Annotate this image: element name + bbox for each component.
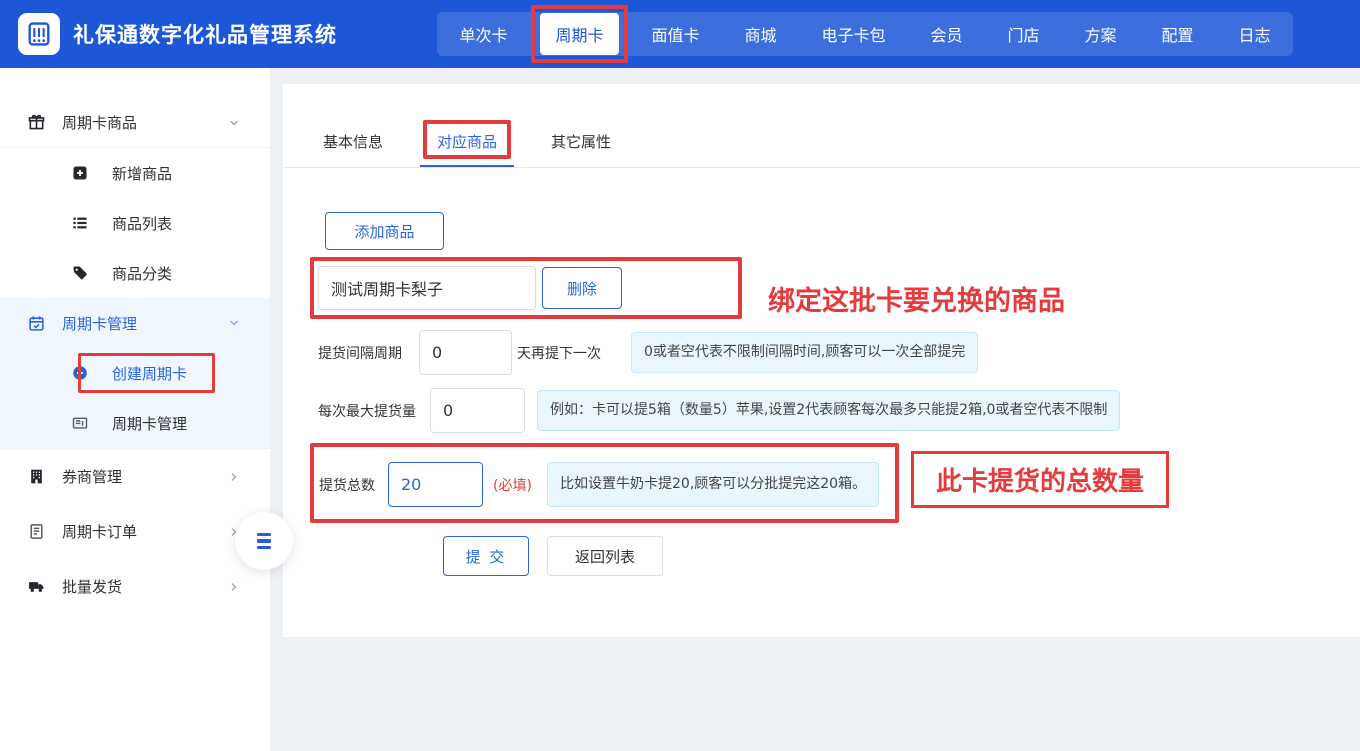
nav-item-period-card-label: 周期卡 (555, 26, 603, 45)
product-name-input[interactable] (318, 266, 536, 310)
document-icon (28, 523, 45, 540)
sidebar-item-batch-shipping[interactable]: 批量发货 (0, 559, 270, 614)
delete-product-button[interactable]: 删除 (542, 267, 622, 309)
sidebar-item-label: 周期卡商品 (62, 112, 137, 133)
form-actions: 提 交 返回列表 (443, 536, 663, 576)
sidebar-item-label: 批量发货 (62, 576, 122, 597)
sidebar-item-label: 券商管理 (62, 466, 122, 487)
app-logo (18, 13, 60, 55)
nav-item-single-card[interactable]: 单次卡 (447, 13, 519, 55)
sidebar-item-label: 周期卡订单 (62, 521, 137, 542)
interval-row: 提货间隔周期 天再提下一次 0或者空代表不限制间隔时间,顾客可以一次全部提完 (318, 330, 978, 375)
interval-label: 提货间隔周期 (318, 343, 419, 363)
sidebar-item-period-card-mgmt-sub[interactable]: 周期卡管理 (0, 398, 270, 448)
sidebar-item-label: 周期卡管理 (112, 413, 187, 434)
sidebar-item-period-goods[interactable]: 周期卡商品 (0, 98, 270, 148)
nav-item-period-card[interactable]: 周期卡 (540, 13, 618, 55)
top-nav: 单次卡 周期卡 面值卡 商城 电子卡包 会员 门店 方案 配置 日志 (437, 12, 1293, 56)
back-to-list-button[interactable]: 返回列表 (547, 536, 663, 576)
sidebar: 周期卡商品 新增商品 商品列表 商品分类 周期卡管理 (0, 68, 270, 751)
sidebar-item-label: 创建周期卡 (112, 363, 187, 384)
topbar: 礼保通数字化礼品管理系统 单次卡 周期卡 面值卡 商城 电子卡包 会员 门店 方… (0, 0, 1360, 68)
nav-item-member[interactable]: 会员 (918, 13, 974, 55)
chevron-right-icon (228, 471, 240, 483)
truck-icon (28, 578, 45, 595)
add-product-button[interactable]: 添加商品 (325, 212, 444, 250)
max-per-time-input[interactable] (430, 388, 525, 433)
app-title: 礼保通数字化礼品管理系统 (73, 19, 337, 49)
sidebar-item-create-period-card[interactable]: 创建周期卡 (0, 348, 270, 398)
sidebar-item-label: 周期卡管理 (62, 313, 137, 334)
tag-icon (72, 265, 88, 281)
nav-item-plan[interactable]: 方案 (1072, 13, 1128, 55)
sidebar-item-broker-mgmt[interactable]: 券商管理 (0, 449, 270, 504)
sidebar-item-label: 商品分类 (112, 263, 172, 284)
product-row: 删除 (318, 266, 622, 310)
sidebar-active-group: 周期卡管理 创建周期卡 周期卡管理 (0, 298, 270, 449)
sidebar-item-label: 新增商品 (112, 163, 172, 184)
tab-label: 对应商品 (437, 131, 497, 152)
sidebar-item-period-card-mgmt[interactable]: 周期卡管理 (0, 298, 270, 348)
tab-label: 其它属性 (551, 131, 611, 152)
gift-icon (28, 114, 45, 131)
tab-label: 基本信息 (323, 131, 383, 152)
calendar-check-icon (28, 315, 45, 332)
tab-other-attrs[interactable]: 其它属性 (534, 131, 628, 167)
chevron-down-icon (228, 117, 240, 129)
max-per-time-hint: 例如：卡可以提5箱（数量5）苹果,设置2代表顾客每次最多只能提2箱,0或者空代表… (537, 390, 1120, 431)
total-input[interactable] (388, 462, 483, 507)
max-per-time-row: 每次最大提货量 例如：卡可以提5箱（数量5）苹果,设置2代表顾客每次最多只能提2… (318, 388, 1120, 433)
tab-linked-products[interactable]: 对应商品 (420, 131, 514, 167)
total-row: 提货总数 (必填) 比如设置牛奶卡提20,顾客可以分批提完这20箱。 (319, 462, 879, 507)
sidebar-item-product-list[interactable]: 商品列表 (0, 198, 270, 248)
main-panel: 基本信息 对应商品 其它属性 添加商品 删除 提货间隔周期 天再提下一次 0或者… (283, 84, 1360, 637)
nav-item-config[interactable]: 配置 (1149, 13, 1205, 55)
bank-icon (28, 468, 45, 485)
plus-circle-icon (72, 365, 88, 381)
nav-item-store[interactable]: 门店 (995, 13, 1051, 55)
tab-label-text: 对应商品 (437, 133, 497, 151)
interval-input[interactable] (419, 330, 512, 375)
plus-square-icon (72, 165, 88, 181)
card-list-icon (72, 415, 88, 431)
tabs: 基本信息 对应商品 其它属性 (306, 131, 648, 167)
nav-item-ewallet[interactable]: 电子卡包 (809, 13, 897, 55)
sidebar-item-add-product[interactable]: 新增商品 (0, 148, 270, 198)
building-icon (26, 21, 52, 47)
nav-item-log[interactable]: 日志 (1226, 13, 1282, 55)
sidebar-item-product-category[interactable]: 商品分类 (0, 248, 270, 298)
sidebar-item-label: 商品列表 (112, 213, 172, 234)
chevron-down-icon (228, 317, 240, 329)
max-per-time-label: 每次最大提货量 (318, 401, 430, 421)
interval-suffix: 天再提下一次 (517, 343, 617, 363)
chevron-right-icon (228, 581, 240, 593)
nav-item-mall[interactable]: 商城 (732, 13, 788, 55)
required-tag: (必填) (493, 475, 545, 495)
total-hint: 比如设置牛奶卡提20,顾客可以分批提完这20箱。 (547, 462, 879, 507)
nav-item-face-value-card[interactable]: 面值卡 (639, 13, 711, 55)
brand: 礼保通数字化礼品管理系统 (18, 13, 337, 55)
sidebar-item-period-card-orders[interactable]: 周期卡订单 (0, 504, 270, 559)
interval-hint: 0或者空代表不限制间隔时间,顾客可以一次全部提完 (631, 332, 978, 373)
tab-basic-info[interactable]: 基本信息 (306, 131, 400, 167)
tabs-row: 基本信息 对应商品 其它属性 (283, 84, 1360, 168)
submit-button[interactable]: 提 交 (443, 536, 529, 576)
sidebar-collapse-toggle[interactable] (235, 512, 293, 570)
list-icon (72, 215, 88, 231)
total-label: 提货总数 (319, 475, 388, 495)
